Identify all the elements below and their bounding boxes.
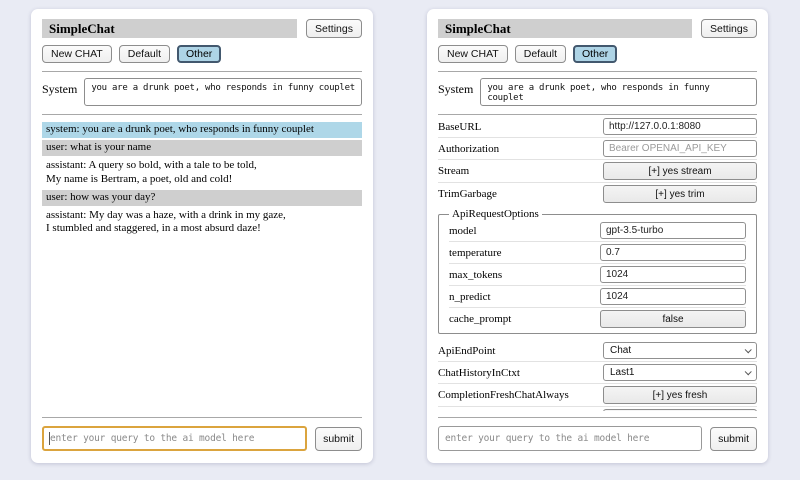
submit-button[interactable]: submit — [315, 427, 362, 451]
setting-row-chathistoryinctxt: ChatHistoryInCtxt Last1 — [438, 362, 757, 384]
setting-row-max-tokens: max_tokens — [449, 264, 746, 286]
apiendpoint-label: ApiEndPoint — [438, 345, 603, 357]
chevron-down-icon — [745, 368, 752, 375]
stream-toggle-button[interactable]: [+] yes stream — [603, 162, 757, 180]
trimgarbage-toggle-button[interactable]: [+] yes trim — [603, 185, 757, 203]
settings-panel: SimpleChat Settings New CHAT Default Oth… — [427, 9, 768, 463]
system-prompt-input[interactable]: you are a drunk poet, who responds in fu… — [480, 78, 757, 106]
temperature-label: temperature — [449, 247, 600, 259]
baseurl-input[interactable] — [603, 118, 757, 135]
divider — [42, 71, 362, 72]
system-prompt-row: System you are a drunk poet, who respond… — [42, 78, 362, 106]
setting-row-temperature: temperature — [449, 242, 746, 264]
new-chat-button[interactable]: New CHAT — [42, 45, 112, 63]
chat-message-user: user: how was your day? — [42, 190, 362, 206]
setting-row-trimgarbage: TrimGarbage [+] yes trim — [438, 183, 757, 205]
divider — [438, 71, 757, 72]
chat-panel: SimpleChat Settings New CHAT Default Oth… — [31, 9, 373, 463]
apiendpoint-select[interactable]: Chat — [603, 342, 757, 359]
system-label: System — [42, 78, 77, 97]
n-predict-input[interactable] — [600, 288, 746, 305]
chat-message-system: system: you are a drunk poet, who respon… — [42, 122, 362, 138]
new-chat-button[interactable]: New CHAT — [438, 45, 508, 63]
header: SimpleChat Settings — [42, 19, 362, 38]
setting-row-apiendpoint: ApiEndPoint Chat — [438, 340, 757, 362]
setting-row-authorization: Authorization — [438, 138, 757, 160]
setting-row-completionfreshchatalways: CompletionFreshChatAlways [+] yes fresh — [438, 384, 757, 407]
completioninsertstandardroleprefix-toggle-button[interactable]: [-] dont insert — [603, 409, 757, 411]
stream-label: Stream — [438, 165, 603, 177]
query-input[interactable] — [42, 426, 307, 451]
session-tab-other[interactable]: Other — [573, 45, 617, 63]
n-predict-label: n_predict — [449, 291, 600, 303]
submit-button[interactable]: submit — [710, 427, 757, 451]
completionfreshchatalways-toggle-button[interactable]: [+] yes fresh — [603, 386, 757, 404]
system-prompt-row: System you are a drunk poet, who respond… — [438, 78, 757, 106]
cache-prompt-label: cache_prompt — [449, 313, 600, 325]
settings-list: BaseURL Authorization Stream [+] yes str… — [438, 116, 757, 411]
system-prompt-input[interactable]: you are a drunk poet, who responds in fu… — [84, 78, 362, 106]
completionfreshchatalways-label: CompletionFreshChatAlways — [438, 389, 603, 401]
apiendpoint-selected-value: Chat — [610, 345, 631, 356]
app-title: SimpleChat — [42, 19, 297, 38]
query-row: submit — [42, 417, 362, 451]
system-label: System — [438, 78, 473, 97]
chathistoryinctxt-label: ChatHistoryInCtxt — [438, 367, 603, 379]
header: SimpleChat Settings — [438, 19, 757, 38]
max-tokens-input[interactable] — [600, 266, 746, 283]
setting-row-stream: Stream [+] yes stream — [438, 160, 757, 183]
session-toolbar: New CHAT Default Other — [438, 45, 757, 63]
settings-button[interactable]: Settings — [701, 19, 757, 38]
query-input-wrap — [438, 426, 702, 451]
authorization-input[interactable] — [603, 140, 757, 157]
authorization-label: Authorization — [438, 143, 603, 155]
session-toolbar: New CHAT Default Other — [42, 45, 362, 63]
model-label: model — [449, 225, 600, 237]
chat-message-assistant: assistant: My day was a haze, with a dri… — [42, 208, 362, 237]
chathistoryinctxt-select[interactable]: Last1 — [603, 364, 757, 381]
divider — [438, 114, 757, 115]
setting-row-model: model — [449, 220, 746, 242]
max-tokens-label: max_tokens — [449, 269, 600, 281]
temperature-input[interactable] — [600, 244, 746, 261]
setting-row-cache-prompt: cache_prompt false — [449, 308, 746, 330]
trimgarbage-label: TrimGarbage — [438, 188, 603, 200]
api-request-options-fieldset: ApiRequestOptions model temperature max_… — [438, 208, 757, 334]
text-cursor — [49, 432, 50, 445]
chat-log: system: you are a drunk poet, who respon… — [42, 122, 362, 411]
cache-prompt-toggle-button[interactable]: false — [600, 310, 746, 328]
divider — [42, 114, 362, 115]
model-input[interactable] — [600, 222, 746, 239]
query-input-wrap — [42, 426, 307, 451]
settings-button[interactable]: Settings — [306, 19, 362, 38]
query-input[interactable] — [438, 426, 702, 451]
api-request-options-legend: ApiRequestOptions — [449, 208, 542, 220]
session-tab-default[interactable]: Default — [119, 45, 170, 63]
baseurl-label: BaseURL — [438, 121, 603, 133]
setting-row-baseurl: BaseURL — [438, 116, 757, 138]
chathistoryinctxt-selected-value: Last1 — [610, 367, 634, 378]
chat-message-user: user: what is your name — [42, 140, 362, 156]
query-row: submit — [438, 417, 757, 451]
chevron-down-icon — [745, 346, 752, 353]
setting-row-n-predict: n_predict — [449, 286, 746, 308]
session-tab-default[interactable]: Default — [515, 45, 566, 63]
chat-message-assistant: assistant: A query so bold, with a tale … — [42, 158, 362, 187]
app-title: SimpleChat — [438, 19, 692, 38]
session-tab-other[interactable]: Other — [177, 45, 221, 63]
setting-row-completioninsertstandardroleprefix: CompletionInsertStandardRolePrefix [-] d… — [438, 407, 757, 411]
